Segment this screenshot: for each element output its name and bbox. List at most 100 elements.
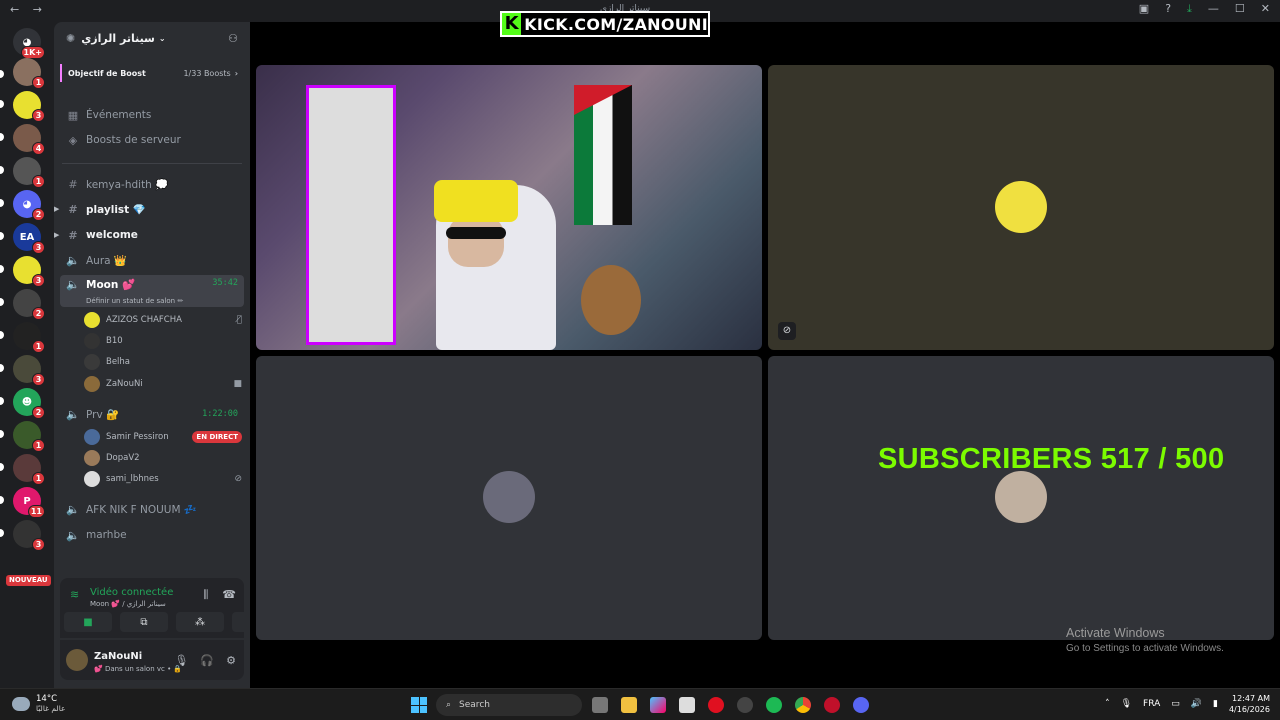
copilot-icon[interactable] [650,697,666,713]
language-indicator[interactable]: FRA [1143,699,1160,709]
connection-location[interactable]: Moon 💕 / سيناتر الرازي [90,600,166,608]
discord-icon[interactable] [853,697,869,713]
channel-status-prompt[interactable]: Définir un statut de salon ✏ [86,297,183,305]
server-icon[interactable]: 1 [13,58,45,89]
clock[interactable]: 12:47 AM 4/16/2026 [1229,693,1270,715]
unread-pip [0,199,4,207]
maximize-button[interactable]: ☐ [1235,2,1245,16]
voice-channel-aura[interactable]: 🔈 Aura 👑 [60,249,244,271]
channel-label: AFK NIK F NOUUM 💤 [86,503,197,516]
help-icon[interactable]: ? [1165,2,1171,16]
video-tile-user[interactable] [768,356,1274,640]
battery-icon[interactable]: ▮ [1213,699,1218,709]
chrome-icon[interactable] [795,697,811,713]
opera-icon[interactable] [708,697,724,713]
server-icon[interactable]: ☻ 2 [13,388,45,419]
task-view-icon[interactable] [592,697,608,713]
voice-user[interactable]: Samir Pessiron EN DIRECT [84,427,242,447]
unread-pip [0,463,4,471]
file-explorer-icon[interactable] [621,697,637,713]
server-icon[interactable]: 4 [13,124,45,155]
voice-channel-marhbe[interactable]: 🔈 marhbe [60,524,244,546]
clock-date: 4/16/2026 [1228,705,1270,714]
network-icon[interactable]: ▭ [1171,699,1180,709]
server-icon[interactable]: 1 [13,421,45,452]
store-icon[interactable] [679,697,695,713]
unread-badge: 3 [32,241,45,254]
volume-icon[interactable]: 🔊 [1191,699,1202,709]
voice-user[interactable]: B10 [84,331,242,351]
start-button-windows-icon[interactable] [411,697,427,713]
add-member-icon[interactable]: ⚇ [228,32,238,45]
forward-arrow-icon[interactable]: → [33,3,42,16]
voice-panel-icons: ⫼ ☎ [203,588,236,602]
unread-badge: 4 [32,142,45,155]
search-icon: ⌕ [446,700,452,710]
video-tile-streamer[interactable] [256,65,762,350]
server-icon[interactable]: 1 [13,454,45,485]
microphone-icon[interactable]: 🎙 [1121,699,1132,709]
noise-suppression-icon[interactable]: ⫼ [203,588,208,602]
boost-icon: ◈ [68,133,78,147]
server-icon-p[interactable]: P 11 [13,487,45,518]
events-item[interactable]: ▦ Événements [60,104,244,126]
user-name[interactable]: ZaNouNi [94,651,142,662]
screen-share-button[interactable]: ⧉ [120,612,168,632]
app-icon[interactable] [824,697,840,713]
gear-icon[interactable]: ⚙ [226,654,236,667]
voice-user[interactable]: AZIZOS CHAFCHA 🎙̸ [84,310,242,330]
voice-user[interactable]: sami_lbhnes ⊘ [84,469,242,489]
minimize-button[interactable]: — [1208,2,1219,16]
window-controls: ▣ ? ⤓ — ☐ ✕ [1139,2,1270,16]
new-badge[interactable]: NOUVEAU [6,575,51,586]
server-icon[interactable]: 3 [13,256,45,287]
server-boosts-label: Boosts de serveur [86,134,181,146]
back-arrow-icon[interactable]: ← [10,3,19,16]
avatar[interactable] [66,649,88,671]
spotify-icon[interactable] [766,697,782,713]
channel-welcome[interactable]: ▶ # welcome [54,224,244,246]
chevron-up-icon[interactable]: ˄ [1105,699,1110,709]
direct-messages-button[interactable]: ◕ 1K+ [13,28,45,59]
server-icon-ea[interactable]: EA 3 [13,223,45,254]
server-icon[interactable]: 3 [13,520,45,551]
app-icon[interactable] [737,697,753,713]
taskbar-search[interactable]: ⌕ Search [436,694,582,716]
server-icon[interactable]: 1 [13,322,45,353]
voice-user[interactable]: Belha [84,352,242,372]
headphones-icon[interactable]: 🎧 [200,654,214,667]
boost-goal-bar[interactable]: Objectif de Boost 1/33 Boosts › [60,64,244,82]
channel-label: playlist 💎 [86,203,146,216]
unread-badge: 3 [32,373,45,386]
server-icon[interactable]: 3 [13,91,45,122]
server-icon[interactable]: 1 [13,157,45,188]
video-tile-user[interactable]: ⊘ [768,65,1274,350]
weather-location: عالم غالبًا [36,704,66,713]
unread-pip [0,232,4,240]
unread-badge: 11 [27,505,45,518]
disconnect-icon[interactable]: ☎ [222,588,236,602]
clock-time: 12:47 AM [1232,694,1270,703]
close-button[interactable]: ✕ [1261,2,1270,16]
voice-channel-prv[interactable]: 🔈 Prv 🔐 1:22:00 [60,403,244,425]
activities-button[interactable]: ⁂ [176,612,224,632]
server-icon[interactable]: 3 [13,355,45,386]
channel-kemya-hdith[interactable]: # kemya-hdith 💭 [60,173,244,195]
server-icon[interactable]: ◕ 2 [13,190,45,221]
avatar [483,471,535,523]
channel-playlist[interactable]: ▶ # playlist 💎 [54,198,244,220]
camera-button[interactable]: ■ [64,612,112,632]
voice-user[interactable]: DopaV2 [84,448,242,468]
server-header[interactable]: ✺ سيناتر الرازي ⌄ ⚇ [54,22,250,54]
inbox-icon[interactable]: ▣ [1139,2,1149,16]
connection-signal-icon[interactable]: ≋ [70,588,79,601]
microphone-icon[interactable]: 🎙 [174,654,188,667]
weather-widget[interactable]: 14°C عالم غالبًا [12,694,65,713]
voice-user[interactable]: ZaNouNi ■ [84,374,242,394]
connection-status[interactable]: Vidéo connectée [90,587,173,598]
voice-channel-afk[interactable]: 🔈 AFK NIK F NOUUM 💤 [60,498,244,520]
server-boosts-item[interactable]: ◈ Boosts de serveur [60,129,244,151]
video-tile-user[interactable] [256,356,762,640]
download-icon[interactable]: ⤓ [1187,2,1192,16]
server-icon[interactable]: 2 [13,289,45,320]
